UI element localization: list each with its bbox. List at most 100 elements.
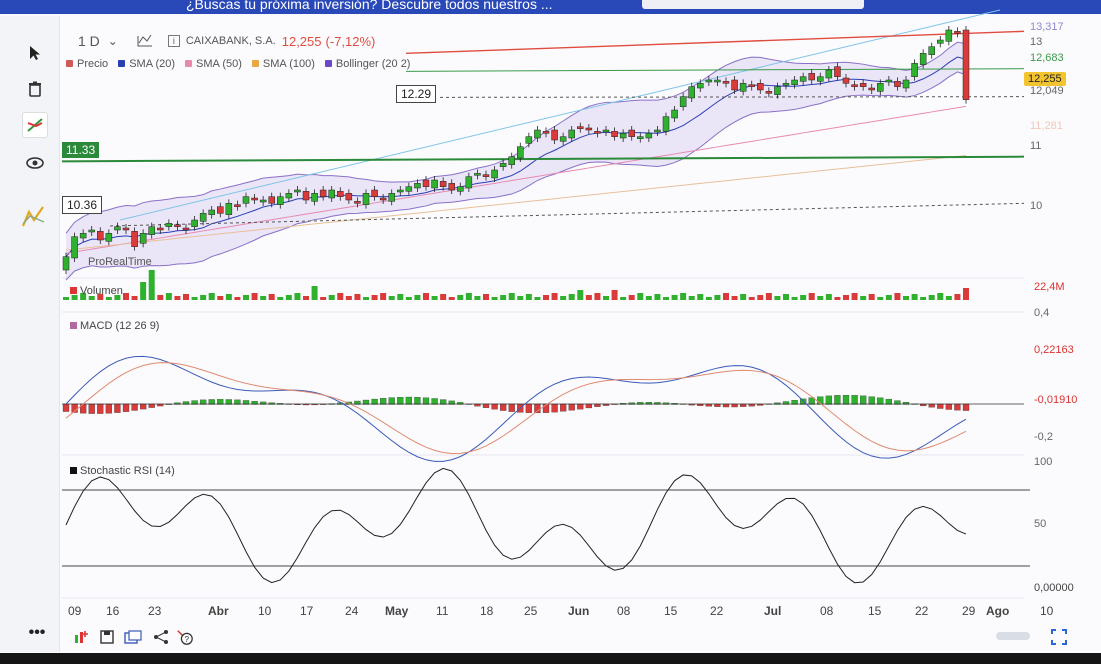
volume-bar bbox=[405, 297, 412, 300]
candle-body bbox=[508, 156, 515, 165]
volume-bar bbox=[388, 296, 395, 300]
candle-body bbox=[122, 227, 130, 231]
macd-title: MACD (12 26 9) bbox=[70, 320, 159, 332]
candle-body bbox=[602, 129, 610, 133]
volume-bar bbox=[320, 297, 327, 300]
volume-bar bbox=[285, 295, 292, 300]
candle-body bbox=[482, 174, 490, 177]
volume-bar bbox=[525, 294, 532, 300]
macd-histogram-bar bbox=[525, 403, 533, 413]
volume-bar bbox=[723, 293, 729, 300]
stoch-tag: 0,00000 bbox=[1034, 582, 1074, 594]
stoch-tick-100: 100 bbox=[1034, 456, 1053, 468]
volume-bar bbox=[328, 295, 335, 300]
volume-bar bbox=[954, 294, 961, 300]
candle-body bbox=[765, 91, 773, 94]
candle-body bbox=[422, 179, 430, 187]
macd-signal-line bbox=[65, 362, 967, 455]
volume-bar bbox=[354, 294, 361, 300]
candle-body bbox=[834, 66, 841, 77]
volume-bar bbox=[920, 297, 927, 300]
macd-histogram-bar bbox=[422, 397, 430, 405]
candle-body bbox=[208, 209, 215, 215]
macd-hist-tag: -0,01910 bbox=[1034, 394, 1078, 406]
macd-histogram-bar bbox=[834, 395, 841, 405]
level-label-1036[interactable]: 10.36 bbox=[62, 196, 103, 214]
volume-bar bbox=[808, 293, 815, 300]
layout-icon[interactable] bbox=[124, 628, 142, 646]
candle-body bbox=[791, 79, 798, 85]
candle-body bbox=[662, 116, 670, 132]
save-icon[interactable] bbox=[98, 628, 116, 646]
volume-bar bbox=[457, 295, 464, 300]
candle-body bbox=[191, 219, 198, 227]
macd-histogram-bar bbox=[397, 397, 404, 405]
candle-body bbox=[697, 83, 704, 89]
volume-bar bbox=[363, 297, 369, 300]
volume-bar bbox=[825, 294, 832, 300]
volume-bar bbox=[148, 270, 155, 300]
macd-histogram-bar bbox=[954, 403, 961, 411]
candle-body bbox=[457, 186, 464, 192]
macd-histogram-bar bbox=[877, 397, 884, 405]
candle-body bbox=[594, 131, 601, 134]
help-icon[interactable]: ? bbox=[176, 628, 194, 646]
macd-histogram-bar bbox=[868, 396, 875, 405]
volume-bar bbox=[294, 293, 301, 300]
volume-bar bbox=[500, 295, 507, 300]
x-tick-label: 25 bbox=[524, 604, 538, 618]
faint-price-tag: 11,281 bbox=[1030, 120, 1063, 132]
x-tick-label: 22 bbox=[915, 604, 929, 618]
candle-body bbox=[319, 189, 327, 197]
candle-body bbox=[165, 223, 173, 227]
candle-body bbox=[688, 86, 695, 99]
volume-bar bbox=[937, 293, 944, 300]
candle-body bbox=[645, 133, 653, 139]
volume-bar bbox=[440, 294, 447, 300]
macd-histogram-bar bbox=[97, 403, 104, 414]
candle-body bbox=[474, 173, 481, 176]
volume-bar bbox=[851, 293, 858, 300]
price-chart[interactable] bbox=[0, 0, 1101, 664]
macd-line bbox=[65, 355, 967, 462]
macd-histogram-bar bbox=[928, 403, 935, 408]
share-icon[interactable] bbox=[152, 628, 170, 646]
volume-bar bbox=[911, 294, 918, 300]
candle-body bbox=[859, 83, 867, 87]
candle-body bbox=[525, 136, 533, 144]
volume-bar bbox=[234, 297, 241, 300]
volume-bar bbox=[448, 297, 455, 300]
add-indicator-icon[interactable] bbox=[72, 628, 90, 646]
candle-body bbox=[362, 193, 370, 205]
macd-histogram-bar bbox=[937, 403, 944, 409]
watermark: ProRealTime bbox=[88, 256, 152, 268]
price-tick-11: 11 bbox=[1030, 140, 1042, 152]
scroll-handle[interactable] bbox=[996, 632, 1030, 640]
macd-histogram-bar bbox=[585, 403, 593, 409]
volume-bar bbox=[877, 297, 884, 300]
candle-body bbox=[739, 83, 747, 92]
stoch-tick-50: 50 bbox=[1034, 518, 1047, 530]
macd-tick-04: 0,4 bbox=[1034, 307, 1050, 319]
level-label-1133[interactable]: 11.33 bbox=[62, 142, 100, 158]
volume-bar bbox=[423, 293, 429, 300]
macd-histogram-bar bbox=[482, 403, 490, 408]
candle-body bbox=[877, 83, 884, 92]
candle-body bbox=[868, 87, 875, 91]
x-tick-label: 08 bbox=[820, 604, 834, 618]
level-label-1229[interactable]: 12.29 bbox=[396, 85, 437, 103]
candle-body bbox=[748, 84, 755, 87]
candle-body bbox=[182, 227, 190, 231]
candle-body bbox=[242, 196, 250, 204]
volume-bar bbox=[431, 296, 438, 300]
volume-bar bbox=[225, 294, 232, 300]
macd-histogram-bar bbox=[731, 403, 738, 408]
candle-body bbox=[559, 136, 567, 142]
fullscreen-icon[interactable] bbox=[1050, 628, 1068, 646]
candle-body bbox=[217, 206, 224, 214]
candle-body bbox=[654, 129, 661, 133]
volume-bar bbox=[585, 295, 592, 300]
candle-body bbox=[199, 213, 207, 222]
candle-body bbox=[62, 256, 70, 271]
candle-body bbox=[157, 227, 164, 231]
